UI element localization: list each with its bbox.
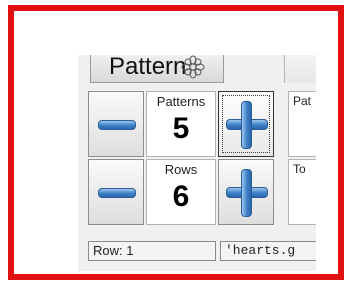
patterns-increment-button[interactable] (218, 91, 274, 157)
rows-value: 6 (172, 180, 190, 213)
highlight-frame: Pattern Patterns 5 Pat Rows 6 To Row: 1 … (8, 5, 344, 280)
patterns-decrement-button[interactable] (88, 91, 144, 157)
row-status-field: Row: 1 (88, 241, 216, 261)
minus-icon (98, 120, 136, 130)
plus-icon-vertical (241, 101, 252, 149)
pattern-button[interactable]: Pattern (90, 55, 224, 83)
rows-increment-button[interactable] (218, 159, 274, 225)
plus-icon-vertical (241, 169, 252, 217)
rows-counter: Rows 6 (146, 159, 216, 225)
rows-label: Rows (164, 162, 198, 177)
patterns-value: 5 (172, 112, 190, 145)
file-status-field: 'hearts.g (220, 241, 316, 261)
total-info-label: To (293, 162, 306, 176)
pattern-button-label: Pattern (109, 55, 187, 80)
pattern-info-label: Pat (293, 94, 312, 108)
flower-pattern-icon (181, 55, 205, 79)
patterns-counter: Patterns 5 (146, 91, 216, 157)
counter-panel: Pattern Patterns 5 Pat Rows 6 To Row: 1 … (78, 55, 316, 271)
pattern-info-box: Pat (288, 91, 316, 157)
rows-decrement-button[interactable] (88, 159, 144, 225)
patterns-label: Patterns (156, 94, 206, 109)
minus-icon (98, 188, 136, 198)
total-info-box: To (288, 159, 316, 225)
toolbar-strip (284, 55, 316, 83)
